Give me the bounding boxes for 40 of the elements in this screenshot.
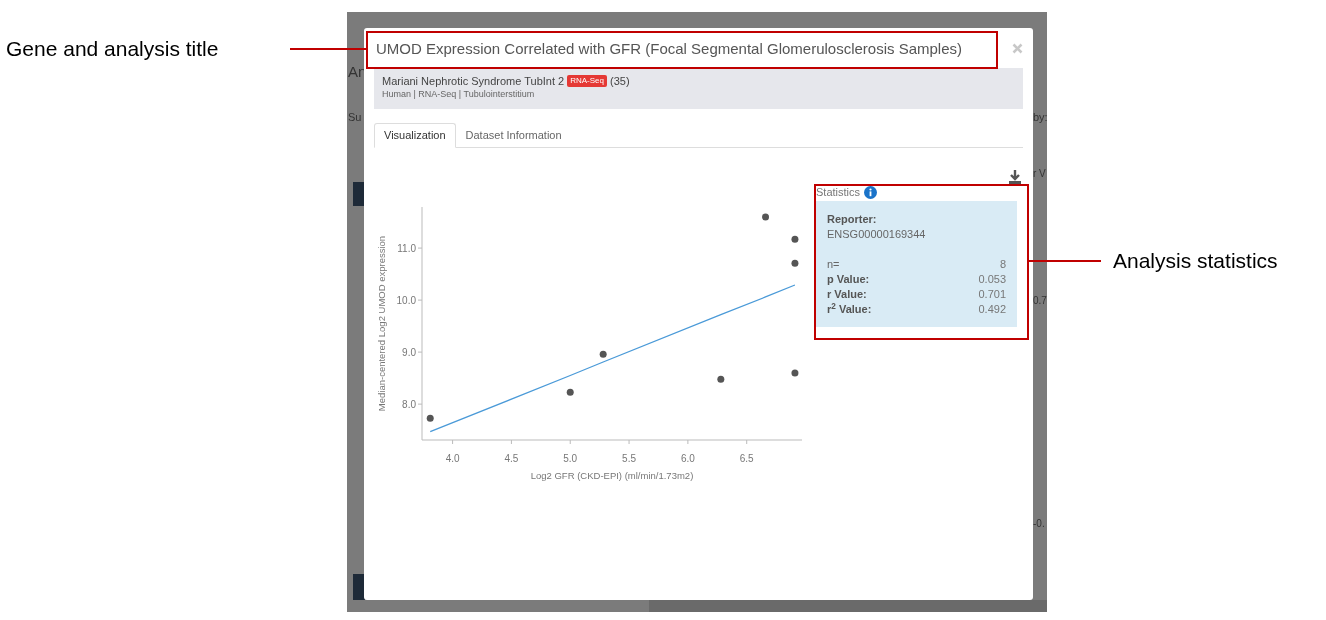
tab[interactable]: Dataset Information bbox=[455, 123, 572, 148]
statistics-label: Statistics bbox=[816, 186, 860, 198]
reporter-label: Reporter: bbox=[827, 212, 878, 227]
stat-label: p Value: bbox=[827, 272, 870, 287]
stat-value: 0.701 bbox=[978, 287, 1006, 302]
stat-label: r Value: bbox=[827, 287, 867, 302]
stat-label: n= bbox=[827, 257, 840, 272]
callout-label: Analysis statistics bbox=[1113, 249, 1278, 273]
reporter-id: ENSG00000169344 bbox=[827, 227, 927, 242]
stat-label: r$^{2}$ Value: bbox=[827, 302, 872, 317]
dialog-title: UMOD Expression Correlated with GFR (Focal Segmental Glomerulosclerosis Samples) bbox=[376, 40, 963, 56]
leader-line bbox=[1029, 260, 1101, 262]
tab[interactable]: Visualization bbox=[374, 123, 456, 148]
callout-label: Gene and analysis title bbox=[6, 37, 219, 61]
background-text: by: bbox=[1033, 112, 1047, 123]
tick-label: 4.5 bbox=[504, 453, 519, 464]
background-text: -0. bbox=[1033, 519, 1045, 529]
tick-label: 6.0 bbox=[680, 453, 695, 464]
tick-label: 9.0 bbox=[402, 346, 416, 358]
tick-label: 10.0 bbox=[396, 294, 416, 306]
download-icon[interactable] bbox=[1009, 170, 1021, 184]
tick-label: 11.0 bbox=[397, 242, 416, 254]
axis-title: Median-centered Log2 UMOD expression bbox=[376, 235, 387, 412]
background-text: Su bbox=[348, 112, 362, 123]
dataset-meta: Human | RNA-Seq | Tubulointerstitium bbox=[382, 90, 536, 99]
tick-label: 5.0 bbox=[563, 453, 578, 464]
tick-label: 8.0 bbox=[402, 398, 416, 410]
stat-value: 0.053 bbox=[978, 272, 1006, 287]
stat-value: 0.492 bbox=[978, 302, 1006, 317]
background-text: 0.7 bbox=[1033, 296, 1047, 306]
tick-label: 5.5 bbox=[622, 453, 636, 464]
stat-value: 8 bbox=[999, 257, 1006, 272]
background-text: r V bbox=[1033, 169, 1046, 179]
axis-title: Log2 GFR (CKD-EPI) (ml/min/1.73m2) bbox=[530, 470, 694, 481]
tick-label: 4.0 bbox=[445, 453, 460, 464]
data-type-badge: RNA-Seq bbox=[567, 75, 607, 87]
info-icon[interactable] bbox=[864, 185, 877, 199]
tick-label: 6.5 bbox=[739, 453, 754, 464]
sample-count: (35) bbox=[610, 75, 630, 87]
dataset-name: Mariani Nephrotic Syndrome TubInt 2 bbox=[382, 75, 565, 87]
